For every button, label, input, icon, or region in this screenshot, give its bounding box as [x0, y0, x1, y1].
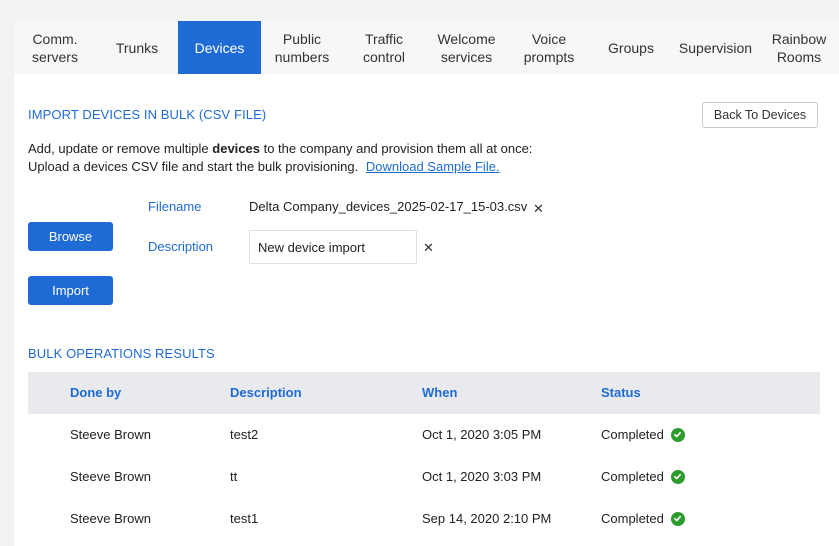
- tab-supervision[interactable]: Supervision: [672, 21, 759, 74]
- status-text: Completed: [601, 427, 664, 442]
- cell-done-by: Steeve Brown: [70, 511, 151, 526]
- check-icon: [670, 469, 685, 484]
- table-row[interactable]: Steeve Brown test2 Oct 1, 2020 3:05 PM C…: [28, 414, 820, 456]
- tab-groups[interactable]: Groups: [590, 21, 672, 74]
- tab-label: Rainbow Rooms: [771, 30, 827, 65]
- description-label: Description: [148, 239, 214, 254]
- tab-label: Comm. servers: [32, 30, 78, 65]
- back-to-devices-button[interactable]: Back To Devices: [702, 102, 818, 128]
- table-row[interactable]: Steeve Brown tt Oct 1, 2020 3:03 PM Comp…: [28, 456, 820, 498]
- tab-comm-servers[interactable]: Comm. servers: [14, 21, 96, 74]
- intro-text-part: Upload a devices CSV file and start the …: [28, 159, 359, 174]
- cell-description: test1: [230, 511, 259, 526]
- intro-line-2: Upload a devices CSV file and start the …: [28, 158, 532, 176]
- tab-label: Traffic control: [362, 30, 406, 65]
- tab-traffic-control[interactable]: Traffic control: [343, 21, 425, 74]
- cell-when: Oct 1, 2020 3:03 PM: [422, 469, 542, 484]
- tab-label: Supervision: [678, 39, 753, 56]
- column-header-when[interactable]: When: [422, 385, 457, 400]
- tab-public-numbers[interactable]: Public numbers: [261, 21, 343, 74]
- results-table: Done by Description When Status Steeve B…: [28, 372, 820, 540]
- cell-done-by: Steeve Brown: [70, 427, 151, 442]
- clear-description-icon[interactable]: ✕: [423, 241, 434, 254]
- table-row[interactable]: Steeve Brown test1 Sep 14, 2020 2:10 PM …: [28, 498, 820, 540]
- download-sample-link[interactable]: Download Sample File.: [366, 159, 500, 174]
- check-icon: [670, 427, 685, 442]
- tab-welcome-services[interactable]: Welcome services: [425, 21, 508, 74]
- table-header: Done by Description When Status: [28, 372, 820, 414]
- cell-when: Oct 1, 2020 3:05 PM: [422, 427, 542, 442]
- tab-label: Groups: [608, 39, 654, 56]
- tab-rainbow-rooms[interactable]: Rainbow Rooms: [759, 21, 839, 74]
- cell-when: Sep 14, 2020 2:10 PM: [422, 511, 552, 526]
- column-header-description[interactable]: Description: [230, 385, 302, 400]
- column-header-done-by[interactable]: Done by: [70, 385, 121, 400]
- cell-status: Completed: [601, 469, 685, 484]
- import-title: IMPORT DEVICES IN BULK (CSV FILE): [28, 107, 267, 122]
- intro-text-part: Add, update or remove multiple: [28, 141, 213, 156]
- tab-devices[interactable]: Devices: [178, 21, 261, 74]
- filename-value: Delta Company_devices_2025-02-17_15-03.c…: [249, 199, 528, 214]
- tab-label: Public numbers: [274, 30, 330, 65]
- remove-file-icon[interactable]: ✕: [533, 202, 544, 215]
- tab-trunks[interactable]: Trunks: [96, 21, 178, 74]
- cell-description: tt: [230, 469, 238, 484]
- tab-voice-prompts[interactable]: Voice prompts: [508, 21, 590, 74]
- content-card: IMPORT DEVICES IN BULK (CSV FILE) Back T…: [14, 74, 839, 546]
- column-header-status[interactable]: Status: [601, 385, 641, 400]
- cell-status: Completed: [601, 511, 685, 526]
- cell-description: test2: [230, 427, 259, 442]
- intro-bold-devices: devices: [212, 141, 260, 156]
- description-input[interactable]: [249, 230, 417, 264]
- status-text: Completed: [601, 469, 664, 484]
- tab-bar: Comm. servers Trunks Devices Public numb…: [14, 21, 839, 74]
- check-icon: [670, 511, 685, 526]
- intro-line-1: Add, update or remove multiple devices t…: [28, 140, 532, 158]
- tab-label: Devices: [194, 39, 245, 56]
- cell-done-by: Steeve Brown: [70, 469, 151, 484]
- filename-label: Filename: [148, 199, 202, 214]
- tab-label: Voice prompts: [523, 30, 575, 65]
- results-title: BULK OPERATIONS RESULTS: [28, 346, 215, 361]
- import-button[interactable]: Import: [28, 276, 113, 305]
- intro-text: Add, update or remove multiple devices t…: [28, 140, 532, 176]
- tab-label: Trunks: [115, 39, 159, 56]
- intro-text-part: to the company and provision them all at…: [259, 141, 533, 156]
- status-text: Completed: [601, 511, 664, 526]
- cell-status: Completed: [601, 427, 685, 442]
- tab-label: Welcome services: [437, 30, 496, 65]
- browse-button[interactable]: Browse: [28, 222, 113, 251]
